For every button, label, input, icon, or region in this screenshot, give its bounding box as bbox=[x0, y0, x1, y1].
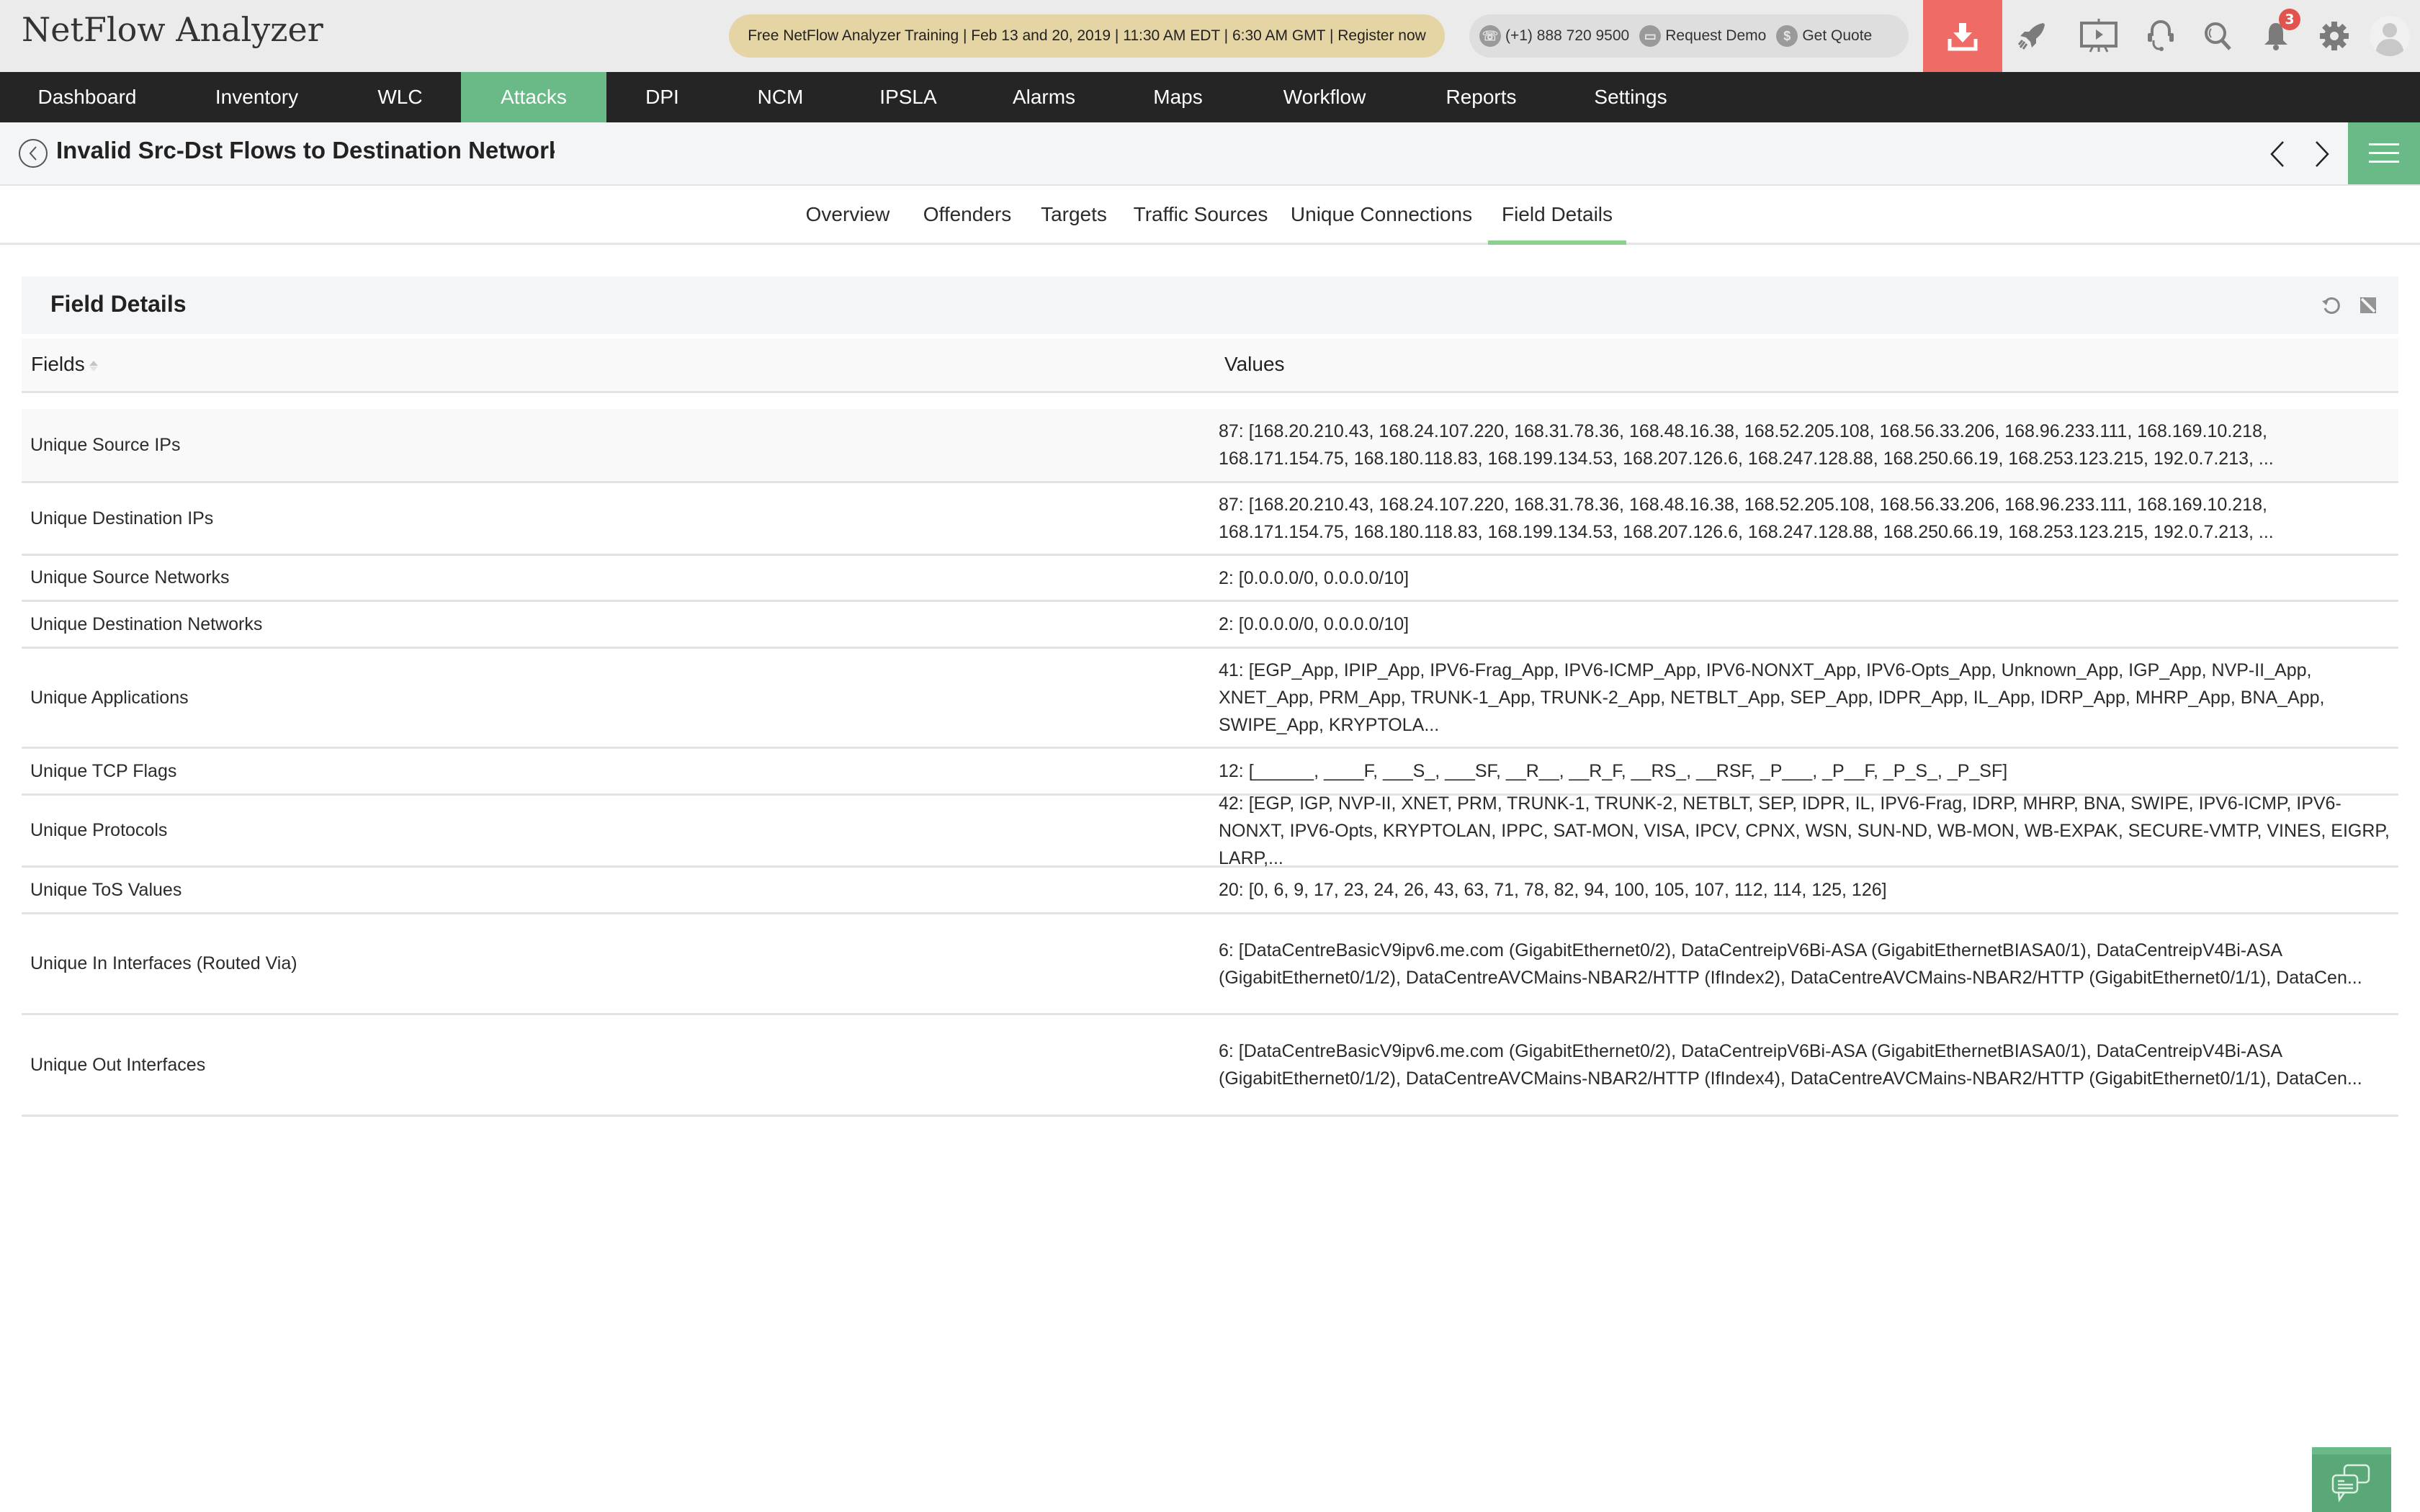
nav-maps[interactable]: Maps bbox=[1114, 72, 1242, 122]
back-button[interactable] bbox=[19, 139, 48, 168]
top-header: NetFlow Analyzer Free NetFlow Analyzer T… bbox=[0, 0, 2420, 72]
table-row: Unique Source IPs 87: [168.20.210.43, 16… bbox=[22, 409, 2398, 483]
chevron-left-icon bbox=[29, 146, 37, 161]
side-menu-button[interactable] bbox=[2348, 122, 2420, 184]
field-value: 6: [DataCentreBasicV9ipv6.me.com (Gigabi… bbox=[1219, 940, 2362, 988]
table-header: Fields Values bbox=[22, 338, 2398, 393]
presentation-button[interactable] bbox=[2077, 18, 2120, 54]
gear-icon bbox=[2320, 22, 2349, 50]
table-row: Unique ToS Values 20: [0, 6, 9, 17, 23, … bbox=[22, 868, 2398, 914]
dollar-icon: $ bbox=[1776, 25, 1798, 47]
headset-icon bbox=[2148, 20, 2174, 51]
download-button[interactable] bbox=[1923, 0, 2002, 72]
field-value: 87: [168.20.210.43, 168.24.107.220, 168.… bbox=[1219, 495, 2274, 542]
training-promo-banner[interactable]: Free NetFlow Analyzer Training | Feb 13 … bbox=[729, 14, 1445, 58]
notification-count-badge: 3 bbox=[2279, 9, 2300, 30]
field-details-widget-header: Field Details bbox=[22, 276, 2398, 334]
phone-number[interactable]: (+1) 888 720 9500 bbox=[1505, 27, 1629, 45]
field-name: Unique ToS Values bbox=[30, 879, 182, 900]
tab-targets[interactable]: Targets bbox=[1037, 186, 1111, 243]
tab-unique-connections[interactable]: Unique Connections bbox=[1289, 186, 1474, 243]
search-icon bbox=[2205, 22, 2231, 50]
expand-button[interactable] bbox=[2355, 292, 2381, 318]
previous-button[interactable] bbox=[2263, 138, 2292, 170]
support-button[interactable] bbox=[2143, 18, 2179, 54]
page-title: Invalid Src-Dst Flows to Destination Net… bbox=[56, 137, 555, 163]
expand-icon bbox=[2360, 297, 2376, 313]
nav-ipsla[interactable]: IPSLA bbox=[843, 72, 974, 122]
hamburger-menu-icon bbox=[2369, 143, 2399, 163]
field-value: 41: [EGP_App, IPIP_App, IPV6-Frag_App, I… bbox=[1219, 660, 2325, 735]
detail-tabs: Overview Offenders Targets Traffic Sourc… bbox=[0, 186, 2420, 245]
field-name: Unique In Interfaces (Routed Via) bbox=[30, 953, 297, 973]
field-name: Unique Source IPs bbox=[30, 434, 181, 455]
nav-dashboard[interactable]: Dashboard bbox=[0, 72, 174, 122]
tab-traffic-sources[interactable]: Traffic Sources bbox=[1131, 186, 1270, 243]
demo-icon: ▭ bbox=[1639, 25, 1662, 47]
phone-icon: ☏ bbox=[1479, 25, 1501, 47]
column-header-values: Values bbox=[1224, 353, 1285, 376]
table-row: Unique Destination IPs 87: [168.20.210.4… bbox=[22, 483, 2398, 556]
column-header-fields-label: Fields bbox=[31, 353, 85, 375]
user-icon bbox=[2375, 23, 2404, 56]
nav-reports[interactable]: Reports bbox=[1407, 72, 1555, 122]
request-demo-link[interactable]: Request Demo bbox=[1665, 27, 1766, 45]
field-name: Unique Protocols bbox=[30, 820, 168, 840]
nav-alarms[interactable]: Alarms bbox=[974, 72, 1114, 122]
field-value: 2: [0.0.0.0/0, 0.0.0.0/10] bbox=[1219, 614, 1410, 634]
nav-inventory[interactable]: Inventory bbox=[174, 72, 339, 122]
chat-support-button[interactable] bbox=[2312, 1447, 2391, 1512]
tab-field-details[interactable]: Field Details bbox=[1488, 186, 1626, 245]
sort-icon bbox=[89, 360, 98, 372]
table-row: Unique Source Networks 2: [0.0.0.0/0, 0.… bbox=[22, 556, 2398, 602]
table-row: Unique Protocols 42: [EGP, IGP, NVP-II, … bbox=[22, 793, 2398, 868]
user-avatar[interactable] bbox=[2370, 16, 2410, 56]
field-name: Unique TCP Flags bbox=[30, 760, 177, 781]
table-row: Unique Destination Networks 2: [0.0.0.0/… bbox=[22, 602, 2398, 649]
column-header-values-label: Values bbox=[1224, 353, 1285, 375]
settings-button[interactable] bbox=[2316, 18, 2352, 54]
app-logo[interactable]: NetFlow Analyzer bbox=[22, 10, 323, 49]
field-value: 87: [168.20.210.43, 168.24.107.220, 168.… bbox=[1219, 421, 2274, 469]
nav-workflow[interactable]: Workflow bbox=[1242, 72, 1407, 122]
table-row: Unique In Interfaces (Routed Via) 6: [Da… bbox=[22, 914, 2398, 1015]
field-value: 20: [0, 6, 9, 17, 23, 24, 26, 43, 63, 71… bbox=[1219, 880, 1887, 900]
column-header-fields[interactable]: Fields bbox=[31, 353, 98, 376]
rocket-icon bbox=[2017, 23, 2045, 50]
nav-ncm[interactable]: NCM bbox=[718, 72, 843, 122]
nav-settings[interactable]: Settings bbox=[1555, 72, 1706, 122]
field-value: 2: [0.0.0.0/0, 0.0.0.0/10] bbox=[1219, 567, 1410, 588]
nav-wlc[interactable]: WLC bbox=[339, 72, 461, 122]
field-value: 42: [EGP, IGP, NVP-II, XNET, PRM, TRUNK-… bbox=[1219, 793, 2390, 868]
chat-bubbles-icon bbox=[2331, 1464, 2370, 1503]
video-presentation-icon bbox=[2080, 19, 2118, 53]
download-icon bbox=[1948, 23, 1978, 51]
nav-dpi[interactable]: DPI bbox=[606, 72, 718, 122]
next-button[interactable] bbox=[2308, 138, 2336, 170]
chevron-left-icon bbox=[2270, 141, 2284, 167]
page-title-bar: Invalid Src-Dst Flows to Destination Net… bbox=[0, 122, 2420, 186]
contact-bar: ☏ (+1) 888 720 9500 ▭ Request Demo $ Get… bbox=[1469, 14, 1909, 58]
field-value: 12: [______, ____F, ___S_, ___SF, __R__,… bbox=[1219, 761, 2008, 781]
field-name: Unique Out Interfaces bbox=[30, 1054, 206, 1075]
get-quote-link[interactable]: Get Quote bbox=[1802, 27, 1872, 45]
table-row: Unique TCP Flags 12: [______, ____F, ___… bbox=[22, 749, 2398, 796]
search-button[interactable] bbox=[2200, 18, 2236, 54]
tab-overview[interactable]: Overview bbox=[801, 186, 895, 243]
tab-offenders[interactable]: Offenders bbox=[916, 186, 1018, 243]
refresh-icon bbox=[2322, 297, 2340, 314]
table-row: Unique Applications 41: [EGP_App, IPIP_A… bbox=[22, 649, 2398, 749]
field-value: 6: [DataCentreBasicV9ipv6.me.com (Gigabi… bbox=[1219, 1041, 2362, 1089]
field-name: Unique Applications bbox=[30, 687, 189, 708]
field-name: Unique Destination IPs bbox=[30, 508, 214, 528]
quick-start-button[interactable] bbox=[2014, 18, 2050, 54]
field-name: Unique Source Networks bbox=[30, 567, 230, 588]
nav-attacks[interactable]: Attacks bbox=[461, 72, 606, 122]
table-row: Unique Out Interfaces 6: [DataCentreBasi… bbox=[22, 1015, 2398, 1117]
widget-title: Field Details bbox=[50, 291, 187, 317]
field-name: Unique Destination Networks bbox=[30, 613, 263, 634]
refresh-button[interactable] bbox=[2318, 292, 2344, 318]
main-nav: Dashboard Inventory WLC Attacks DPI NCM … bbox=[0, 72, 2420, 122]
chevron-right-icon bbox=[2316, 141, 2329, 167]
